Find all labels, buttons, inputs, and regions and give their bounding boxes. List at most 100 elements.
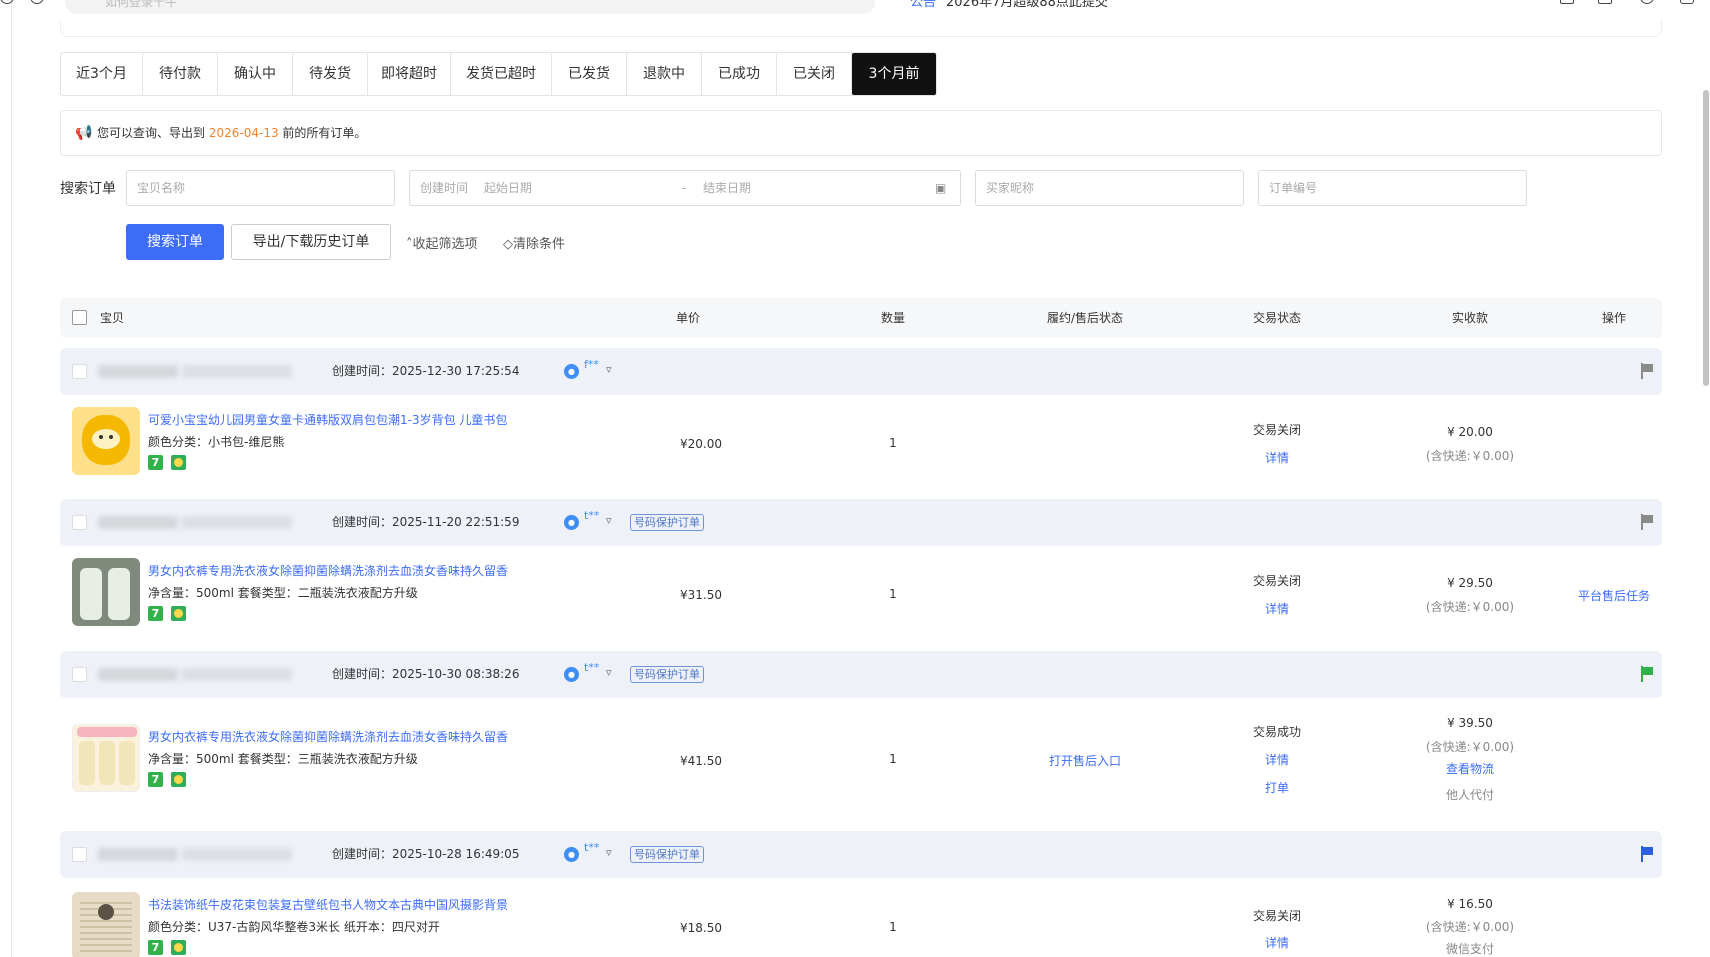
tab-refunding[interactable]: 退款中 [627, 53, 702, 95]
order-number-input[interactable]: 订单编号 [1258, 170, 1527, 206]
collapse-filters-link[interactable]: ˄收起筛选项 [406, 233, 478, 252]
product-thumbnail[interactable] [72, 724, 140, 792]
product-sku: 颜色分类：小书包-维尼熊 [148, 435, 285, 449]
view-logistics-link[interactable]: 查看物流 [1446, 760, 1494, 777]
history-icon[interactable]: ◷ [30, 0, 44, 4]
product-title-link[interactable]: 男女内衣裤专用洗衣液女除菌抑菌除螨洗涤剂去血渍女香味持久留香 [148, 728, 508, 745]
clear-conditions-label: 清除条件 [513, 237, 566, 252]
start-date-input[interactable]: 起始日期 [484, 181, 532, 195]
seven-day-return-icon: 7 [148, 606, 163, 621]
buyer-nick[interactable]: f** [584, 358, 599, 371]
tab-ship-timeout[interactable]: 发货已超时 [451, 53, 552, 95]
redacted-shop [182, 365, 292, 378]
quantity: 1 [889, 587, 897, 601]
filter-icon[interactable]: ▿ [606, 363, 612, 376]
open-after-sale-link[interactable]: 打开售后入口 [1049, 752, 1121, 769]
guarantee-icon [171, 606, 186, 621]
order-header: 创建时间：2025-10-30 08:38:26 ● t** ▿ 号码保护订单 [60, 651, 1662, 698]
product-thumbnail[interactable] [72, 407, 140, 475]
back-icon[interactable]: ‹ [0, 0, 14, 4]
flag-icon[interactable] [1640, 514, 1654, 530]
flag-icon[interactable] [1640, 846, 1654, 862]
chat-icon[interactable]: ● [564, 515, 579, 530]
tab-recent-3-months[interactable]: 近3个月 [61, 53, 143, 95]
created-time-label: 创建时间 [420, 181, 469, 195]
product-title-link[interactable]: 男女内衣裤专用洗衣液女除菌抑菌除螨洗涤剂去血渍女香味持久留香 [148, 562, 508, 579]
product-title-link[interactable]: 可爱小宝宝幼儿园男童女童卡通韩版双肩包包潮1-3岁背包 儿童书包 [148, 411, 507, 428]
tab-confirming[interactable]: 确认中 [218, 53, 293, 95]
order-checkbox[interactable] [72, 364, 87, 379]
guarantee-icon [171, 772, 186, 787]
created-time-range[interactable]: 创建时间 起始日期 - 结束日期 ▣ [409, 170, 961, 206]
tab-older-than-3-months[interactable]: 3个月前 [852, 53, 936, 95]
guarantee-icon [171, 940, 186, 955]
calendar-icon[interactable]: ▣ [935, 171, 946, 205]
service-tags: 7 [148, 772, 186, 787]
product-title-link[interactable]: 书法装饰纸牛皮花束包装复古壁纸包书人物文本古典中国风摄影背景 [148, 896, 508, 913]
redacted-shop [182, 516, 292, 529]
announcement[interactable]: 公告 2026年7月超级88点此提交 [910, 0, 1108, 10]
seven-day-return-icon: 7 [148, 772, 163, 787]
tab-shipped[interactable]: 已发货 [552, 53, 627, 95]
clear-conditions-link[interactable]: ◇清除条件 [503, 233, 565, 252]
detail-link[interactable]: 详情 [1265, 934, 1289, 951]
detail-link[interactable]: 详情 [1265, 600, 1289, 617]
tab-succeeded[interactable]: 已成功 [702, 53, 777, 95]
filter-icon[interactable]: ▿ [606, 846, 612, 859]
header-price: 单价 [675, 311, 701, 325]
chat-icon[interactable]: ● [564, 847, 579, 862]
trade-status: 交易关闭 [1252, 423, 1302, 437]
scrollbar-thumb[interactable] [1703, 90, 1709, 386]
buyer-nick[interactable]: t** [584, 509, 599, 522]
shipping-fee: (含快递:￥0.00) [1425, 740, 1515, 754]
header-paid: 实收款 [1451, 311, 1489, 325]
tab-about-to-timeout[interactable]: 即将超时 [368, 53, 451, 95]
print-order-link[interactable]: 打单 [1265, 779, 1289, 796]
order-header: 创建时间：2025-10-28 16:49:05 ● t** ▿ 号码保护订单 [60, 831, 1662, 878]
order-checkbox[interactable] [72, 667, 87, 682]
product-thumbnail[interactable] [72, 892, 140, 957]
buyer-nick[interactable]: t** [584, 841, 599, 854]
product-sku: 净含量：500ml 套餐类型：二瓶装洗衣液配方升级 [148, 586, 418, 600]
product-sku: 净含量：500ml 套餐类型：三瓶装洗衣液配方升级 [148, 752, 418, 766]
search-orders-button[interactable]: 搜索订单 [126, 224, 224, 260]
tab-pending-payment[interactable]: 待付款 [143, 53, 218, 95]
header-trade-status: 交易状态 [1252, 311, 1302, 325]
redacted-order-id [98, 848, 178, 861]
order-created-time: 创建时间：2025-10-28 16:49:05 [332, 847, 520, 861]
shipping-fee: (含快递:￥0.00) [1425, 449, 1515, 463]
export-history-button[interactable]: 导出/下载历史订单 [231, 224, 391, 260]
shipping-fee: (含快递:￥0.00) [1425, 600, 1515, 614]
flag-icon[interactable] [1640, 363, 1654, 379]
detail-link[interactable]: 详情 [1265, 751, 1289, 768]
tab-closed[interactable]: 已关闭 [777, 53, 852, 95]
tab-to-ship[interactable]: 待发货 [293, 53, 368, 95]
page: ‹ ◷ 如何登录千牛 公告 2026年7月超级88点此提交 ☆ 近3个月 待付款 … [0, 0, 1710, 957]
select-all-checkbox[interactable] [72, 310, 87, 325]
trade-status: 交易关闭 [1252, 574, 1302, 588]
header-operation: 操作 [1601, 311, 1627, 325]
message-icon[interactable] [1680, 0, 1694, 4]
detail-link[interactable]: 详情 [1265, 449, 1289, 466]
flag-icon[interactable] [1640, 666, 1654, 682]
order-checkbox[interactable] [72, 847, 87, 862]
bag-icon[interactable] [1598, 0, 1612, 4]
filter-icon[interactable]: ▿ [606, 666, 612, 679]
buyer-nickname-input[interactable]: 买家昵称 [975, 170, 1244, 206]
chat-icon[interactable]: ● [564, 364, 579, 379]
order-checkbox[interactable] [72, 515, 87, 530]
global-search-input[interactable]: 如何登录千牛 [65, 0, 875, 14]
end-date-input[interactable]: 结束日期 [703, 171, 751, 205]
chat-icon[interactable]: ● [564, 667, 579, 682]
item-name-input[interactable]: 宝贝名称 [126, 170, 395, 206]
announcement-label: 公告 [910, 0, 937, 10]
paid-amount: ¥ 20.00 [1447, 425, 1493, 439]
help-icon[interactable] [1640, 0, 1654, 4]
info-notice: 📢 您可以查询、导出到 2026-04-13 前的所有订单。 [60, 110, 1662, 156]
buyer-nick[interactable]: t** [584, 661, 599, 674]
platform-after-sale-task-link[interactable]: 平台售后任务 [1578, 587, 1650, 604]
star-icon[interactable]: ☆ [1560, 0, 1574, 4]
quantity: 1 [889, 752, 897, 766]
filter-icon[interactable]: ▿ [606, 514, 612, 527]
product-thumbnail[interactable] [72, 558, 140, 626]
